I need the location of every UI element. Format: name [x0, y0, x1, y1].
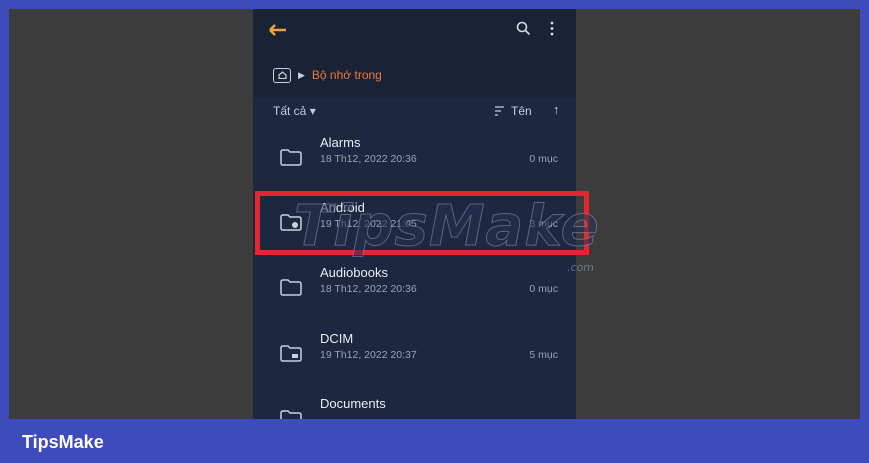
- sort-icon: [495, 106, 504, 116]
- file-count: 5 mục: [529, 349, 558, 361]
- sort-label: Tên: [511, 104, 532, 118]
- breadcrumb: ▶ Bộ nhớ trong: [273, 66, 382, 84]
- list-item[interactable]: Audiobooks 18 Th12, 2022 20:36 0 mục: [253, 262, 576, 318]
- filter-dropdown[interactable]: Tất cả ▾: [273, 104, 316, 118]
- filter-bar: Tất cả ▾ Tên ↑: [253, 102, 576, 122]
- sort-control[interactable]: Tên: [494, 104, 532, 118]
- folder-icon: [280, 149, 302, 166]
- brand-label: TipsMake: [22, 432, 104, 452]
- file-count: 0 mục: [529, 283, 558, 295]
- folder-camera-icon: [280, 345, 302, 362]
- back-arrow-icon[interactable]: [269, 24, 287, 36]
- chevron-down-icon: ▾: [309, 104, 316, 118]
- filter-label: Tất cả: [273, 104, 307, 118]
- screenshot-frame: ▶ Bộ nhớ trong Tất cả ▾ Tên ↑ Alarms 18 …: [9, 9, 860, 419]
- file-date: 18 Th12, 2022 20:36: [320, 153, 417, 165]
- list-item[interactable]: Documents: [253, 393, 576, 419]
- file-name: Documents: [320, 396, 386, 411]
- folder-icon: [280, 279, 302, 296]
- file-name: DCIM: [320, 331, 354, 346]
- highlight-box: [255, 191, 589, 255]
- file-count: 0 mục: [529, 153, 558, 165]
- file-name: Alarms: [320, 135, 361, 150]
- folder-icon: [280, 410, 302, 419]
- list-item[interactable]: DCIM 19 Th12, 2022 20:37 5 mục: [253, 328, 576, 384]
- watermark-suffix: .com: [567, 261, 594, 274]
- sort-direction-icon[interactable]: ↑: [553, 102, 560, 117]
- more-vert-icon[interactable]: [549, 21, 555, 40]
- file-date: 19 Th12, 2022 20:37: [320, 349, 417, 361]
- list-item[interactable]: Alarms 18 Th12, 2022 20:36 0 mục: [253, 132, 576, 188]
- file-date: 18 Th12, 2022 20:36: [320, 283, 417, 295]
- file-name: Audiobooks: [320, 265, 388, 280]
- app-header: ▶ Bộ nhớ trong: [253, 9, 576, 97]
- breadcrumb-separator: ▶: [298, 69, 305, 80]
- home-folder-icon[interactable]: [273, 67, 291, 83]
- breadcrumb-location[interactable]: Bộ nhớ trong: [312, 68, 382, 82]
- search-icon[interactable]: [516, 21, 531, 40]
